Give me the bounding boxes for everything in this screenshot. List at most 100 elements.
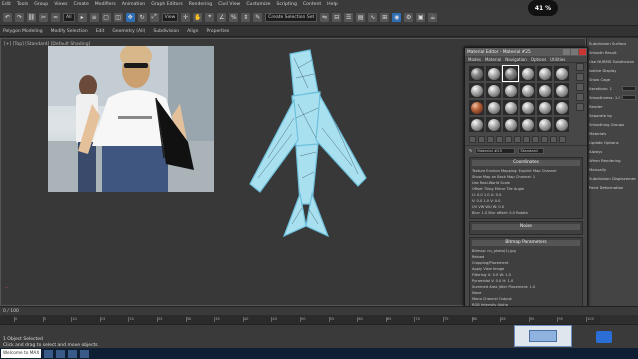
rollout-title[interactable]: Coordinates <box>472 160 580 166</box>
menu-item[interactable]: Customize <box>246 2 270 7</box>
curve-editor-icon[interactable]: ∿ <box>368 12 378 22</box>
backlight-icon[interactable] <box>576 73 584 81</box>
time-slider[interactable]: 0 / 100 <box>0 306 638 315</box>
spinner-snap-icon[interactable]: ⇕ <box>241 12 251 22</box>
key-mode-button[interactable] <box>596 331 612 343</box>
medit-menu-item[interactable]: Modes <box>468 57 481 62</box>
sample-slot[interactable] <box>537 66 552 81</box>
cp-row[interactable]: Smooth Result <box>589 48 636 56</box>
cp-row[interactable]: Separate by <box>589 111 636 119</box>
reset-map-icon[interactable] <box>496 136 503 143</box>
snap-icon[interactable]: ⌖ <box>205 12 215 22</box>
schematic-view-icon[interactable]: ⊞ <box>380 12 390 22</box>
ribbon-tab[interactable]: Align <box>187 29 198 34</box>
menu-item[interactable]: Edit <box>2 2 11 7</box>
layer-manager-icon[interactable]: ☰ <box>344 12 354 22</box>
redo-icon[interactable]: ↷ <box>15 12 24 22</box>
uv-tiling-icon[interactable] <box>576 93 584 101</box>
ribbon-tab[interactable]: Modify Selection <box>51 29 88 34</box>
material-type-button[interactable]: Standard <box>518 147 545 154</box>
named-selection-dropdown[interactable]: Create Selection Set <box>265 12 318 22</box>
unlink-icon[interactable]: ✂ <box>39 12 48 22</box>
assign-to-selection-icon[interactable] <box>487 136 494 143</box>
close-icon[interactable] <box>579 49 586 55</box>
cp-row[interactable]: Render <box>589 102 636 110</box>
show-map-in-viewport-icon[interactable] <box>532 136 539 143</box>
sample-slot[interactable] <box>469 66 484 81</box>
video-check-icon[interactable] <box>576 103 584 111</box>
put-to-library-icon[interactable] <box>514 136 521 143</box>
make-unique-icon[interactable] <box>505 136 512 143</box>
sample-slot[interactable] <box>486 117 501 132</box>
mirror-icon[interactable]: ⇋ <box>320 12 330 22</box>
sample-slot[interactable] <box>503 83 518 98</box>
reference-image-plane[interactable] <box>48 46 214 192</box>
ribbon-tab[interactable]: Geometry (All) <box>112 29 145 34</box>
sample-slot[interactable] <box>554 117 569 132</box>
sample-slot[interactable] <box>503 117 518 132</box>
menu-item[interactable]: Help <box>327 2 337 7</box>
cp-row[interactable]: Show Cage <box>589 75 636 83</box>
percent-snap-icon[interactable]: % <box>229 12 239 22</box>
cp-row[interactable]: Materials <box>589 129 636 137</box>
cp-row[interactable]: Manually <box>589 165 636 173</box>
sample-slot[interactable] <box>486 100 501 115</box>
menu-item[interactable]: Group <box>34 2 48 7</box>
put-to-scene-icon[interactable] <box>478 136 485 143</box>
cp-row[interactable]: Subdivision Surface <box>589 39 636 47</box>
cp-row[interactable]: Use NURMS Subdivision <box>589 57 636 65</box>
get-material-icon[interactable] <box>469 136 476 143</box>
sample-slot[interactable] <box>503 100 518 115</box>
go-forward-sibling-icon[interactable] <box>559 136 566 143</box>
cp-row[interactable]: Paint Deformation <box>589 183 636 191</box>
sample-slot[interactable] <box>469 100 484 115</box>
rollout-title[interactable]: Bitmap Parameters <box>472 240 580 246</box>
sample-slot[interactable] <box>520 83 535 98</box>
taskbar-app-icon[interactable] <box>44 349 54 358</box>
medit-menu-item[interactable]: Material <box>485 57 501 62</box>
medit-menu-item[interactable]: Utilities <box>550 57 565 62</box>
sample-slot[interactable] <box>520 66 535 81</box>
taskbar-app-icon[interactable] <box>68 349 78 358</box>
spinner-field[interactable] <box>622 85 636 91</box>
medit-menu-item[interactable]: Navigation <box>505 57 527 62</box>
start-button[interactable]: Welcome to MAX <box>1 349 42 358</box>
background-icon[interactable] <box>576 83 584 91</box>
go-to-parent-icon[interactable] <box>550 136 557 143</box>
cp-row[interactable]: Always <box>589 147 636 155</box>
align-icon[interactable]: ⊟ <box>332 12 342 22</box>
menu-item[interactable]: Modifiers <box>95 2 116 7</box>
sample-slot[interactable] <box>537 83 552 98</box>
rollout-title[interactable]: Noise <box>472 224 580 230</box>
window-crossing-icon[interactable]: ◫ <box>113 12 123 22</box>
sample-slot[interactable] <box>502 65 519 82</box>
sample-slot[interactable] <box>554 66 569 81</box>
menu-item[interactable]: Content <box>303 2 321 7</box>
manipulate-icon[interactable]: ✋ <box>193 12 203 22</box>
track-bar[interactable]: 0 5 10 15 20 25 30 35 40 45 50 55 60 65 70 75 80 85 90 95 10… <box>0 315 600 324</box>
sample-type-icon[interactable] <box>576 63 584 71</box>
scale-icon[interactable]: ⤢ <box>149 12 159 22</box>
sample-slot[interactable] <box>554 100 569 115</box>
render-setup-icon[interactable]: ⚙ <box>404 12 414 22</box>
select-object-icon[interactable]: ▸ <box>77 12 87 22</box>
ribbon-tab[interactable]: Subdivision <box>153 29 179 34</box>
rotate-icon[interactable]: ↻ <box>137 12 147 22</box>
minimize-icon[interactable] <box>563 49 570 55</box>
rectangle-selection-icon[interactable]: ▢ <box>101 12 111 22</box>
reference-coordinate-dropdown[interactable]: View <box>161 12 179 22</box>
menu-item[interactable]: Graph Editors <box>151 2 183 7</box>
menu-item[interactable]: Scripting <box>276 2 296 7</box>
sample-slot[interactable] <box>520 100 535 115</box>
cp-row[interactable]: Smoothness: 1.0 <box>589 93 636 101</box>
medit-menu-item[interactable]: Options <box>531 57 546 62</box>
menu-item[interactable]: Rendering <box>189 2 212 7</box>
sample-slot[interactable] <box>469 117 484 132</box>
taskbar-app-icon[interactable] <box>56 349 66 358</box>
edit-named-selection-icon[interactable]: ✎ <box>253 12 263 22</box>
selection-filter-dropdown[interactable]: All <box>63 12 75 22</box>
ribbon-tab[interactable]: Properties <box>206 29 229 34</box>
undo-icon[interactable]: ↶ <box>3 12 12 22</box>
sample-slot[interactable] <box>554 83 569 98</box>
cp-row[interactable]: Isoline Display <box>589 66 636 74</box>
